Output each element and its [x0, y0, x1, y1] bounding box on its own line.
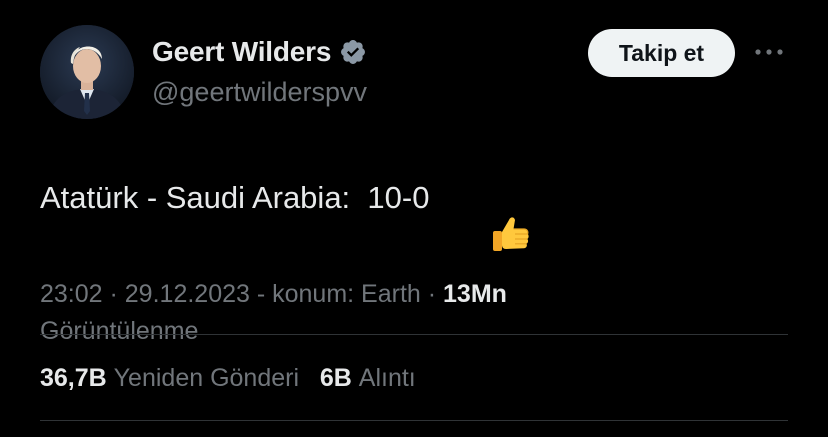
divider [40, 334, 788, 335]
tweet-card: Geert Wilders @geertwilderspvv Takip et … [0, 0, 828, 437]
avatar-photo-icon [40, 25, 134, 119]
follow-button[interactable]: Takip et [588, 29, 735, 77]
tweet-location: konum: Earth [272, 280, 421, 308]
author-avatar[interactable] [40, 25, 134, 119]
tweet-text: Atatürk - Saudi Arabia: 10-0 [40, 180, 430, 215]
meta-separator: - [249, 280, 273, 308]
author-display-name[interactable]: Geert Wilders [152, 36, 331, 68]
divider [40, 420, 788, 421]
tweet-time[interactable]: 23:02 [40, 280, 103, 308]
quotes-count[interactable]: 6B [320, 360, 352, 396]
views-label: Görüntülenme [40, 317, 199, 345]
more-options-button[interactable] [752, 38, 786, 66]
quotes-label[interactable]: Alıntı [359, 360, 416, 396]
tweet-body: Atatürk - Saudi Arabia: 10-0 [40, 176, 529, 251]
thumbs-up-icon [437, 176, 529, 251]
verified-badge-icon[interactable] [339, 38, 367, 66]
tweet-date[interactable]: 29.12.2023 [125, 280, 250, 308]
engagement-stats: 36,7B Yeniden Gönderi 6B Alıntı [40, 360, 416, 396]
author-handle[interactable]: @geertwilderspvv [152, 77, 367, 108]
ellipsis-icon [755, 49, 783, 55]
retweets-label[interactable]: Yeniden Gönderi [114, 360, 299, 396]
author-name-row: Geert Wilders [152, 34, 367, 70]
views-count: 13Mn [443, 280, 507, 308]
meta-separator: · [420, 280, 444, 308]
meta-separator: · [102, 280, 125, 308]
retweets-count[interactable]: 36,7B [40, 360, 107, 396]
tweet-meta: 23:02 · 29.12.2023 - konum: Earth · 13Mn [40, 276, 800, 312]
